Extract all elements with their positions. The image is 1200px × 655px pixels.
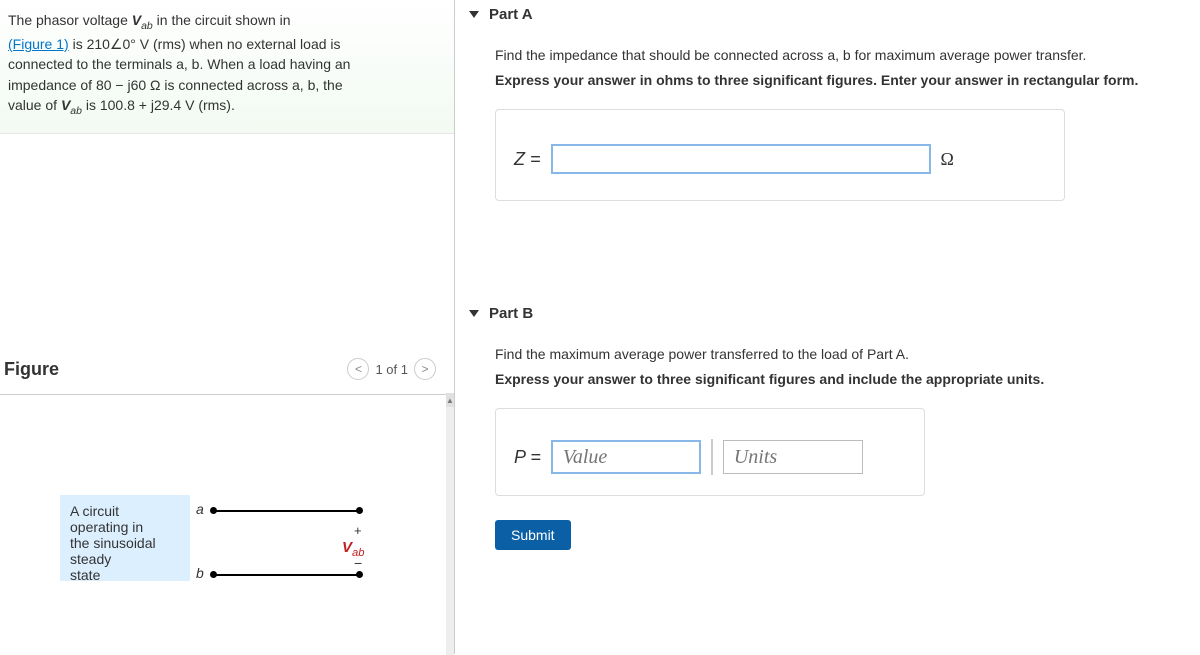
terminal-b-label: b	[196, 565, 204, 581]
text: state	[70, 567, 100, 583]
part-b-header[interactable]: Part B	[455, 299, 1200, 328]
part-b-body: Find the maximum average power transferr…	[455, 328, 1200, 506]
figure-pager: < 1 of 1 >	[347, 358, 436, 380]
part-a-header[interactable]: Part A	[455, 0, 1200, 29]
part-b-instructions: Express your answer to three significant…	[495, 369, 1190, 390]
text: connected to the terminals a, b. When a …	[8, 56, 350, 72]
vab-sub: ab	[141, 20, 153, 32]
part-b-title: Part B	[489, 305, 533, 322]
p-value-input[interactable]	[551, 440, 701, 474]
part-a-body: Find the impedance that should be connec…	[455, 29, 1200, 211]
submit-button[interactable]: Submit	[495, 520, 571, 550]
part-b-section: Part B Find the maximum average power tr…	[455, 299, 1200, 550]
ohm-unit: Ω	[941, 149, 954, 170]
circuit-source-box: A circuit operating in the sinusoidal st…	[60, 495, 190, 581]
part-a-instructions: Express your answer in ohms to three sig…	[495, 70, 1190, 91]
part-a-answer-box: Z = Ω	[495, 109, 1065, 201]
part-a-prompt: Find the impedance that should be connec…	[495, 45, 1190, 66]
part-a-title: Part A	[489, 6, 533, 23]
separator	[711, 439, 713, 475]
chevron-down-icon	[469, 310, 479, 317]
right-column: Part A Find the impedance that should be…	[455, 0, 1200, 654]
left-column: The phasor voltage Vab in the circuit sh…	[0, 0, 455, 654]
polarity-minus: −	[354, 555, 362, 571]
figure-body: ▲ A circuit operating in the sinusoidal …	[0, 395, 454, 655]
figure-next-button[interactable]: >	[414, 358, 436, 380]
figure-page-indicator: 1 of 1	[375, 362, 408, 377]
text: is 210∠0° V (rms) when no external load …	[69, 36, 341, 52]
text: steady	[70, 551, 111, 567]
text: The phasor voltage	[8, 12, 132, 28]
text: operating in	[70, 519, 143, 535]
z-input[interactable]	[551, 144, 931, 174]
text: in the circuit shown in	[153, 12, 291, 28]
part-b-prompt: Find the maximum average power transferr…	[495, 344, 1190, 365]
figure-link[interactable]: (Figure 1)	[8, 36, 69, 52]
problem-statement: The phasor voltage Vab in the circuit sh…	[0, 0, 454, 134]
scroll-up-icon[interactable]: ▲	[446, 393, 454, 407]
chevron-down-icon	[469, 11, 479, 18]
figure-header: Figure < 1 of 1 >	[0, 350, 454, 388]
text: A circuit	[70, 503, 119, 519]
vab-sub: ab	[70, 105, 82, 117]
part-b-answer-box: P =	[495, 408, 925, 496]
terminal-a-label: a	[196, 501, 204, 517]
text: value of	[8, 97, 61, 113]
figure-section: Figure < 1 of 1 > ▲ A circuit operating …	[0, 350, 454, 655]
z-equals-label: Z =	[514, 149, 541, 170]
vab-symbol: V	[132, 12, 141, 28]
figure-prev-button[interactable]: <	[347, 358, 369, 380]
text: is 100.8 + j29.4 V (rms).	[82, 97, 235, 113]
text: the sinusoidal	[70, 535, 156, 551]
wire	[214, 574, 358, 576]
wire	[214, 510, 358, 512]
polarity-plus: +	[354, 523, 362, 538]
p-units-input[interactable]	[723, 440, 863, 474]
figure-title: Figure	[4, 359, 59, 380]
text: impedance of 80 − j60 Ω is connected acr…	[8, 77, 343, 93]
vab-symbol: V	[61, 97, 70, 113]
p-equals-label: P =	[514, 447, 541, 468]
